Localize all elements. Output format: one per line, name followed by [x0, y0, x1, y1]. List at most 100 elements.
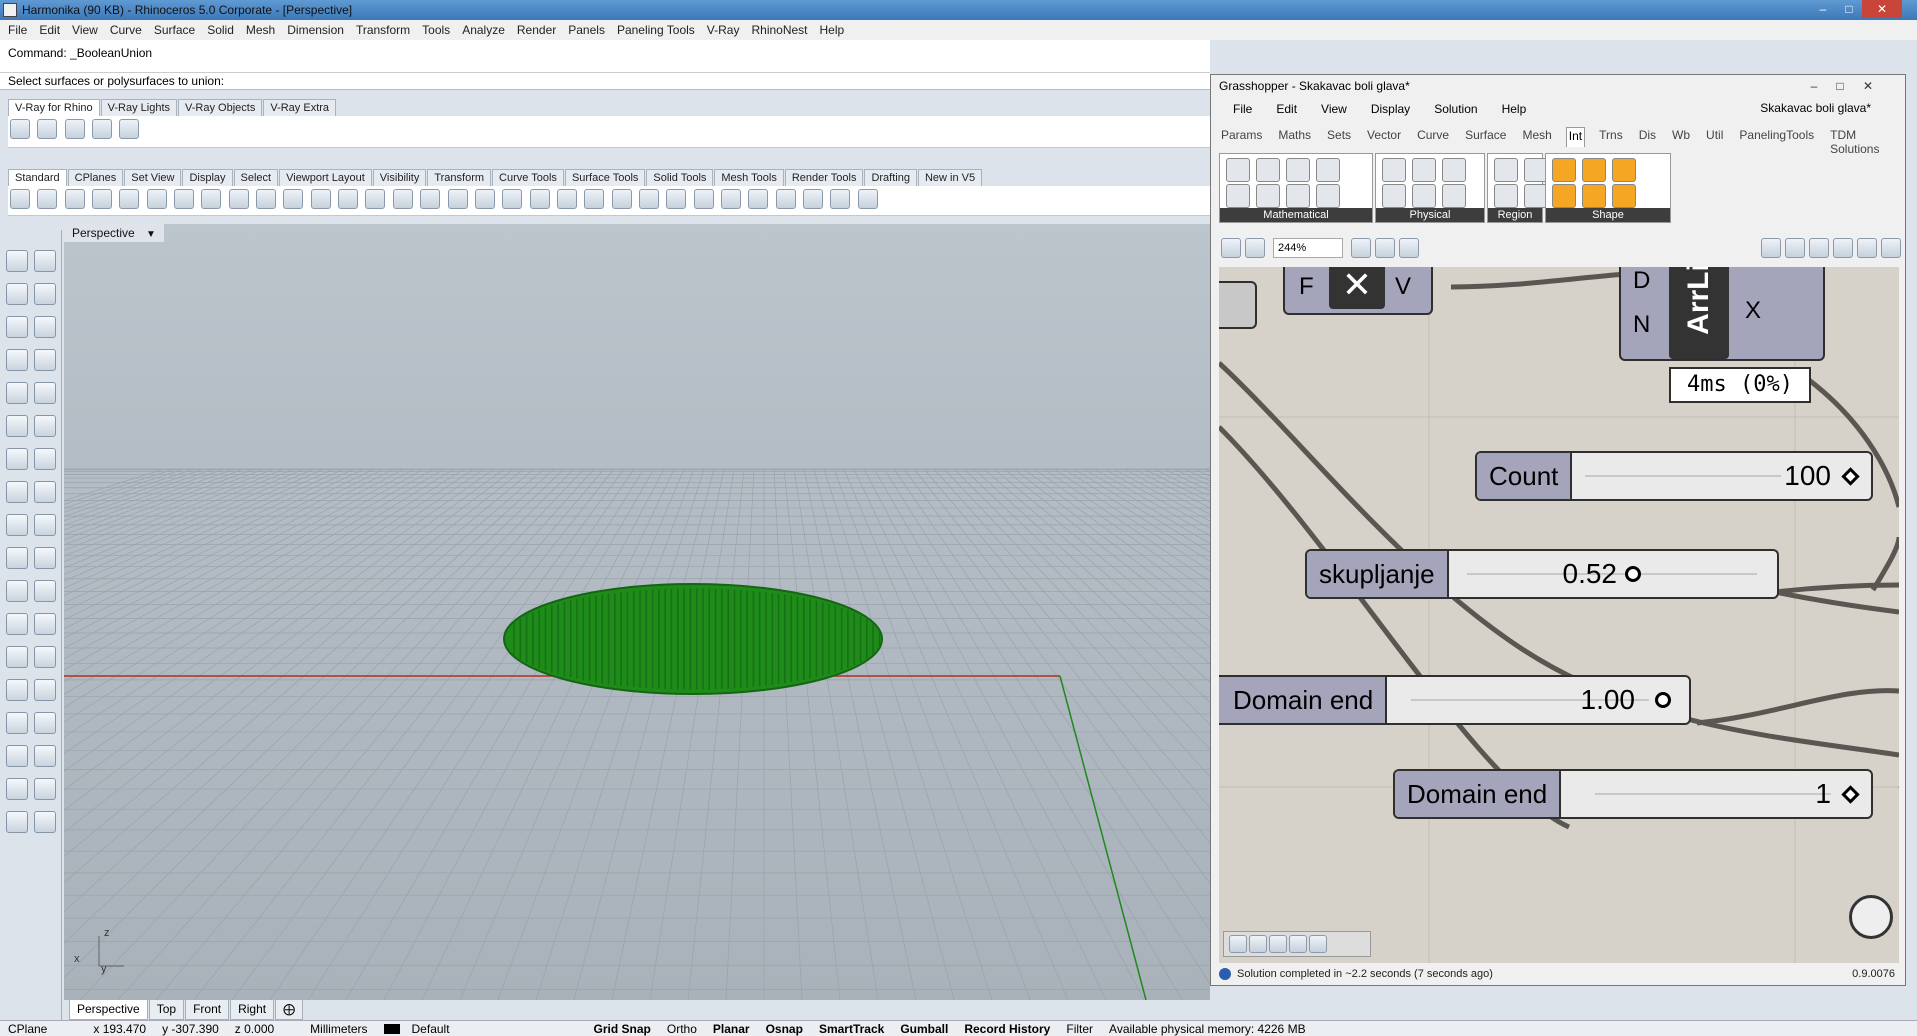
gh-component-arrlinear[interactable]: D N ArrLi X: [1619, 267, 1825, 361]
gh-component-icon[interactable]: [1494, 158, 1518, 182]
vray-teapot-icon[interactable]: [37, 119, 58, 139]
gh-tab-trns[interactable]: Trns: [1597, 127, 1625, 147]
tab-render-tools[interactable]: Render Tools: [784, 169, 864, 186]
rotate-tool-icon[interactable]: [34, 580, 56, 602]
close-button[interactable]: ✕: [1862, 0, 1902, 18]
material-tool-icon[interactable]: [34, 811, 56, 833]
gh-component-icon[interactable]: [1582, 184, 1606, 208]
gh-slider-domain-end-1-grip-icon[interactable]: [1655, 692, 1671, 708]
gh-slider-skupljanje-grip-icon[interactable]: [1625, 566, 1641, 582]
fillet-tool-icon[interactable]: [34, 382, 56, 404]
toggle-gumball[interactable]: Gumball: [892, 1022, 956, 1036]
tab-standard[interactable]: Standard: [8, 169, 67, 186]
viewport-tab-perspective[interactable]: Perspective: [69, 1000, 148, 1020]
gh-tab-maths[interactable]: Maths: [1276, 127, 1313, 147]
zoom-selected-icon[interactable]: [392, 189, 413, 209]
boolean-tool-icon[interactable]: [6, 547, 28, 569]
group-tool-icon[interactable]: [6, 712, 28, 734]
tab-surface-tools[interactable]: Surface Tools: [564, 169, 646, 186]
tab-display[interactable]: Display: [182, 169, 233, 186]
gh-component-icon[interactable]: [1612, 158, 1636, 182]
flashlight-icon[interactable]: [775, 189, 796, 209]
menu-view[interactable]: View: [72, 23, 98, 37]
menu-dimension[interactable]: Dimension: [287, 23, 344, 37]
layer-icon[interactable]: [638, 189, 659, 209]
maximize-button[interactable]: □: [1836, 0, 1862, 18]
explode-tool-icon[interactable]: [6, 745, 28, 767]
four-viewports-icon[interactable]: [447, 189, 468, 209]
menu-edit[interactable]: Edit: [39, 23, 60, 37]
vray-options-icon[interactable]: [119, 119, 140, 139]
gh-close-button[interactable]: ✕: [1853, 77, 1883, 95]
command-prompt[interactable]: Select surfaces or polysurfaces to union…: [0, 72, 1210, 90]
tab-curve-tools[interactable]: Curve Tools: [492, 169, 564, 186]
status-layer[interactable]: Default: [376, 1022, 466, 1036]
surface-tool-icon[interactable]: [6, 415, 28, 437]
tab-set-view[interactable]: Set View: [124, 169, 182, 186]
gh-tab-dis[interactable]: Dis: [1637, 127, 1658, 147]
pan-icon[interactable]: [256, 189, 277, 209]
rhino-app-icon[interactable]: [3, 3, 17, 17]
menu-curve[interactable]: Curve: [110, 23, 142, 37]
gh-component-icon[interactable]: [1316, 158, 1340, 182]
gh-component-icon[interactable]: [1256, 184, 1280, 208]
lock-icon[interactable]: [611, 189, 632, 209]
gh-tab-tdm-solutions[interactable]: TDM Solutions: [1828, 127, 1891, 156]
help-icon[interactable]: [857, 189, 878, 209]
gh-tab-wb[interactable]: Wb: [1670, 127, 1692, 147]
gh-component-icon[interactable]: [1316, 184, 1340, 208]
toggle-grid-snap[interactable]: Grid Snap: [586, 1022, 659, 1036]
copy-icon[interactable]: [174, 189, 195, 209]
gh-menu-help[interactable]: Help: [1502, 102, 1527, 116]
gh-component-icon[interactable]: [1412, 184, 1436, 208]
gh-component-left-partial[interactable]: [1219, 281, 1257, 329]
select-arrow-tool-icon[interactable]: [6, 250, 28, 272]
gh-component-icon[interactable]: [1582, 158, 1606, 182]
toggle-ortho[interactable]: Ortho: [659, 1022, 705, 1036]
paste-icon[interactable]: [201, 189, 222, 209]
gh-tab-surface[interactable]: Surface: [1463, 127, 1508, 147]
gh-bake-icon[interactable]: [1229, 935, 1247, 953]
zoom-icon[interactable]: [310, 189, 331, 209]
menu-help[interactable]: Help: [820, 23, 845, 37]
tab-vray-lights[interactable]: V-Ray Lights: [100, 99, 178, 116]
rotate-view-icon[interactable]: [283, 189, 304, 209]
gh-tab-vector[interactable]: Vector: [1365, 127, 1403, 147]
gh-menu-file[interactable]: File: [1233, 102, 1252, 116]
gh-tab-curve[interactable]: Curve: [1415, 127, 1451, 147]
gh-maximize-button[interactable]: □: [1827, 77, 1853, 95]
dimension-tool-icon[interactable]: [34, 679, 56, 701]
menu-surface[interactable]: Surface: [154, 23, 195, 37]
check-tool-icon[interactable]: [6, 778, 28, 800]
viewport-title[interactable]: Perspective ▼: [64, 224, 164, 242]
gh-number-icon[interactable]: [1309, 935, 1327, 953]
tab-mesh-tools[interactable]: Mesh Tools: [714, 169, 784, 186]
loft-tool-icon[interactable]: [34, 415, 56, 437]
gh-menu-edit[interactable]: Edit: [1276, 102, 1297, 116]
tab-drafting[interactable]: Drafting: [864, 169, 917, 186]
perspective-viewport[interactable]: z x y Perspective ▼: [64, 224, 1210, 1000]
sphere-tool-icon[interactable]: [34, 481, 56, 503]
gh-menu-view[interactable]: View: [1321, 102, 1347, 116]
undo-view-icon[interactable]: [420, 189, 441, 209]
toggle-planar[interactable]: Planar: [705, 1022, 758, 1036]
gh-preview-wire-icon[interactable]: [1785, 238, 1805, 258]
gh-tab-params[interactable]: Params: [1219, 127, 1264, 147]
layer-tool-icon[interactable]: [34, 712, 56, 734]
tab-select[interactable]: Select: [233, 169, 279, 186]
point-tool-icon[interactable]: [34, 250, 56, 272]
menu-paneling-tools[interactable]: Paneling Tools: [617, 23, 695, 37]
gh-tab-panelingtools[interactable]: PanelingTools: [1737, 127, 1816, 147]
polygon-tool-icon[interactable]: [6, 349, 28, 371]
menu-tools[interactable]: Tools: [422, 23, 450, 37]
tab-transform[interactable]: Transform: [427, 169, 492, 186]
extrude-tool-icon[interactable]: [6, 448, 28, 470]
color-wheel-icon[interactable]: [666, 189, 687, 209]
gh-display-sphere-icon[interactable]: [1881, 238, 1901, 258]
gh-menu-display[interactable]: Display: [1371, 102, 1410, 116]
gh-tab-sets[interactable]: Sets: [1325, 127, 1353, 147]
shaded-sphere-icon[interactable]: [693, 189, 714, 209]
tab-viewport-layout[interactable]: Viewport Layout: [279, 169, 372, 186]
box-tool-icon[interactable]: [6, 481, 28, 503]
join-tool-icon[interactable]: [34, 745, 56, 767]
